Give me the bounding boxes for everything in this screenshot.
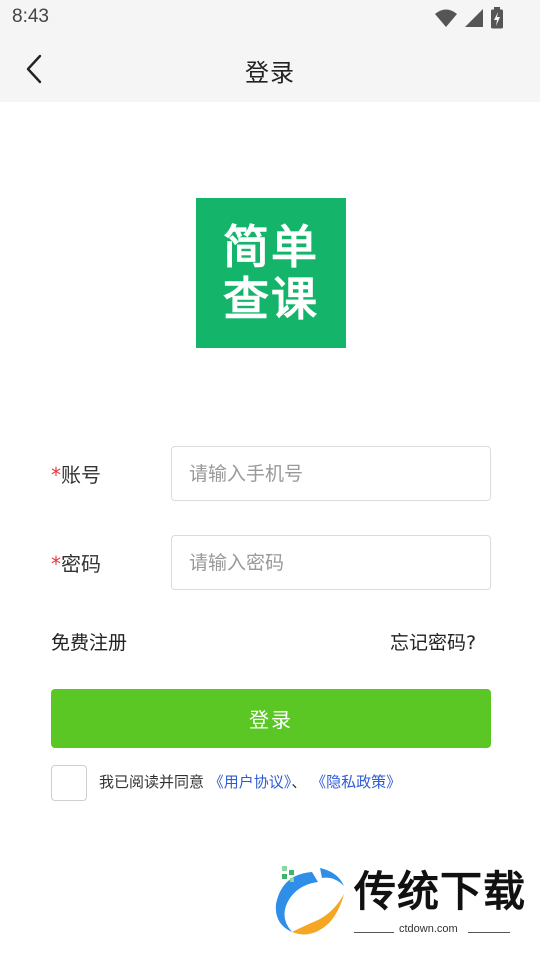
privacy-policy-link[interactable]: 《隐私政策》 [311, 773, 401, 791]
status-icons [434, 7, 504, 29]
watermark: 传统下载 ctdown.com [268, 862, 525, 942]
login-page: 8:43 登录 简单 查课 *账号 请输入手机号 *密码 免费注册 忘记密码? … [0, 0, 540, 960]
logo-text-line-2: 查课 [223, 272, 319, 326]
agreement-separator: 、 [291, 773, 307, 791]
watermark-divider-left [354, 932, 394, 933]
status-bar: 8:43 [0, 0, 540, 36]
watermark-divider-right [468, 932, 510, 933]
account-label: *账号 [51, 459, 101, 488]
register-link[interactable]: 免费注册 [51, 628, 127, 655]
page-title: 登录 [245, 59, 295, 87]
signal-icon [465, 9, 483, 27]
password-label: *密码 [51, 548, 101, 577]
app-logo: 简单 查课 [196, 198, 346, 348]
battery-icon [491, 7, 503, 29]
agreement-prefix: 我已阅读并同意 [99, 773, 205, 791]
watermark-logo-icon [275, 866, 344, 935]
required-mark: * [51, 463, 61, 487]
agreement-text: 我已阅读并同意 《用户协议》、 《隐私政策》 [99, 771, 401, 792]
password-input[interactable] [171, 535, 491, 590]
required-mark: * [51, 552, 61, 576]
account-label-text: 账号 [61, 463, 101, 487]
wifi-icon [435, 9, 457, 27]
forgot-password-link[interactable]: 忘记密码? [390, 628, 476, 655]
user-agreement-link[interactable]: 《用户协议》 [209, 773, 292, 791]
password-label-text: 密码 [61, 552, 101, 576]
watermark-url: ctdown.com [399, 923, 458, 935]
phone-input[interactable] [171, 446, 491, 501]
login-button[interactable]: 登录 [51, 689, 491, 748]
logo-text-line-1: 简单 [223, 220, 319, 274]
app-header: 登录 [0, 36, 540, 102]
agreement-checkbox[interactable] [51, 765, 87, 801]
watermark-text: 传统下载 [354, 867, 527, 916]
status-time: 8:43 [12, 6, 49, 27]
